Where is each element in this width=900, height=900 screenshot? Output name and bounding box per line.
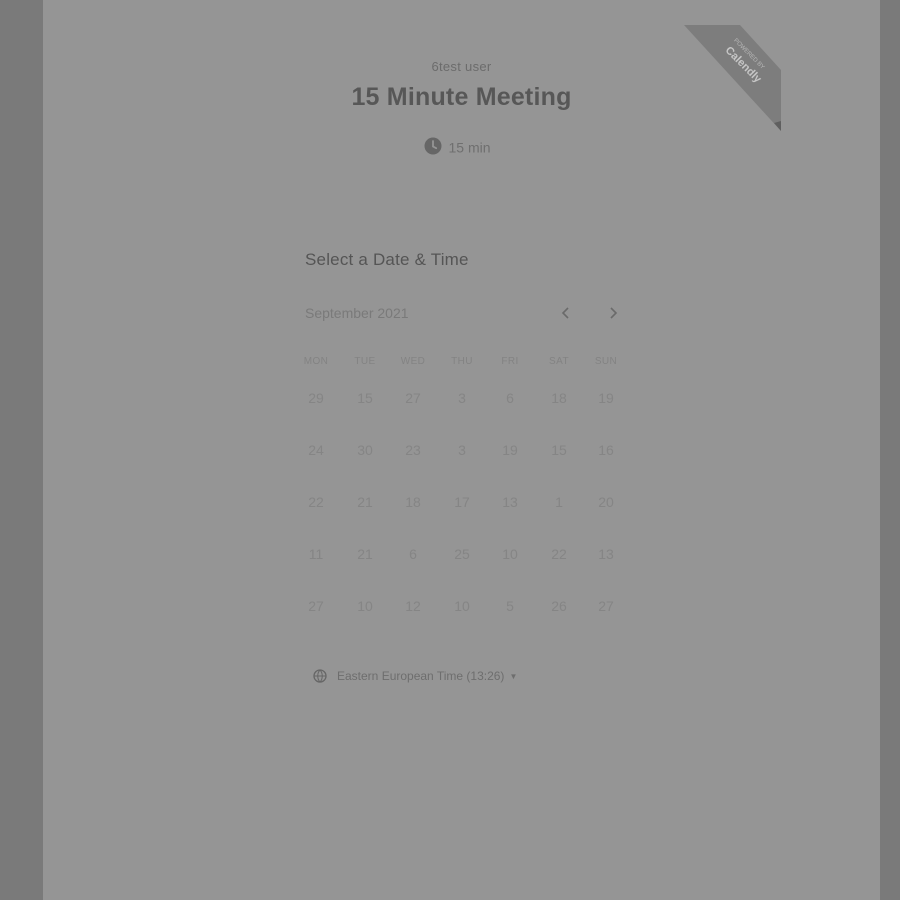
booking-panel: 6test user 15 Minute Meeting 15 min POWE… [43, 0, 880, 900]
calendar-day[interactable]: 5 [495, 598, 525, 614]
calendar-day[interactable]: 3 [447, 390, 477, 406]
weekday-label: FRI [501, 356, 519, 367]
calendar-day[interactable]: 19 [495, 442, 525, 458]
timezone-selector[interactable]: Eastern European Time (13:26) ▼ [313, 669, 517, 683]
calendar-day[interactable]: 30 [350, 442, 380, 458]
next-month-button[interactable] [602, 302, 624, 324]
weekday-label: SUN [594, 356, 618, 367]
calendar-day[interactable]: 15 [350, 390, 380, 406]
calendar-day[interactable]: 27 [398, 390, 428, 406]
globe-icon [313, 669, 327, 683]
event-duration: 15 min [43, 137, 880, 158]
calendar-day[interactable]: 13 [591, 546, 621, 562]
section-title: Select a Date & Time [305, 250, 469, 269]
weekday-label: MON [303, 356, 329, 367]
calendar-day[interactable]: 11 [301, 546, 331, 562]
calendar-day[interactable]: 17 [447, 494, 477, 510]
timezone-label: Eastern European Time (13:26) [337, 669, 505, 683]
calendar-day[interactable]: 16 [591, 442, 621, 458]
calendar-day[interactable]: 1 [544, 494, 574, 510]
calendar-day[interactable]: 6 [398, 546, 428, 562]
calendar-day[interactable]: 25 [447, 546, 477, 562]
calendar-day[interactable]: 27 [591, 598, 621, 614]
calendar-day[interactable]: 24 [301, 442, 331, 458]
calendar-day[interactable]: 20 [591, 494, 621, 510]
month-label: September 2021 [305, 305, 409, 321]
calendar-day[interactable]: 27 [301, 598, 331, 614]
calendar-day[interactable]: 18 [544, 390, 574, 406]
calendar-day[interactable]: 13 [495, 494, 525, 510]
calendar-day[interactable]: 21 [350, 494, 380, 510]
calendar-day[interactable]: 10 [447, 598, 477, 614]
powered-by-calendly-ribbon[interactable]: POWERED BY Calendly [684, 25, 781, 131]
weekday-label: SAT [549, 356, 569, 367]
calendar-day[interactable]: 21 [350, 546, 380, 562]
calendar-day[interactable]: 22 [301, 494, 331, 510]
calendar-day[interactable]: 10 [350, 598, 380, 614]
calendar-day[interactable]: 23 [398, 442, 428, 458]
chevron-left-icon [561, 307, 569, 319]
duration-label: 15 min [448, 139, 491, 156]
previous-month-button[interactable] [555, 302, 577, 324]
calendar-day[interactable]: 10 [495, 546, 525, 562]
calendar-day[interactable]: 6 [495, 390, 525, 406]
calendar-day[interactable]: 18 [398, 494, 428, 510]
calendar-day[interactable]: 3 [447, 442, 477, 458]
chevron-right-icon [610, 307, 618, 319]
caret-down-icon: ▼ [509, 671, 518, 681]
weekday-label: WED [400, 356, 426, 367]
calendar-day[interactable]: 22 [544, 546, 574, 562]
calendar-day[interactable]: 19 [591, 390, 621, 406]
weekday-label: THU [451, 356, 473, 367]
calendar-day[interactable]: 26 [544, 598, 574, 614]
weekday-label: TUE [354, 356, 376, 367]
clock-icon [424, 137, 442, 158]
calendar-day[interactable]: 15 [544, 442, 574, 458]
calendar-day[interactable]: 12 [398, 598, 428, 614]
calendar-day[interactable]: 29 [301, 390, 331, 406]
